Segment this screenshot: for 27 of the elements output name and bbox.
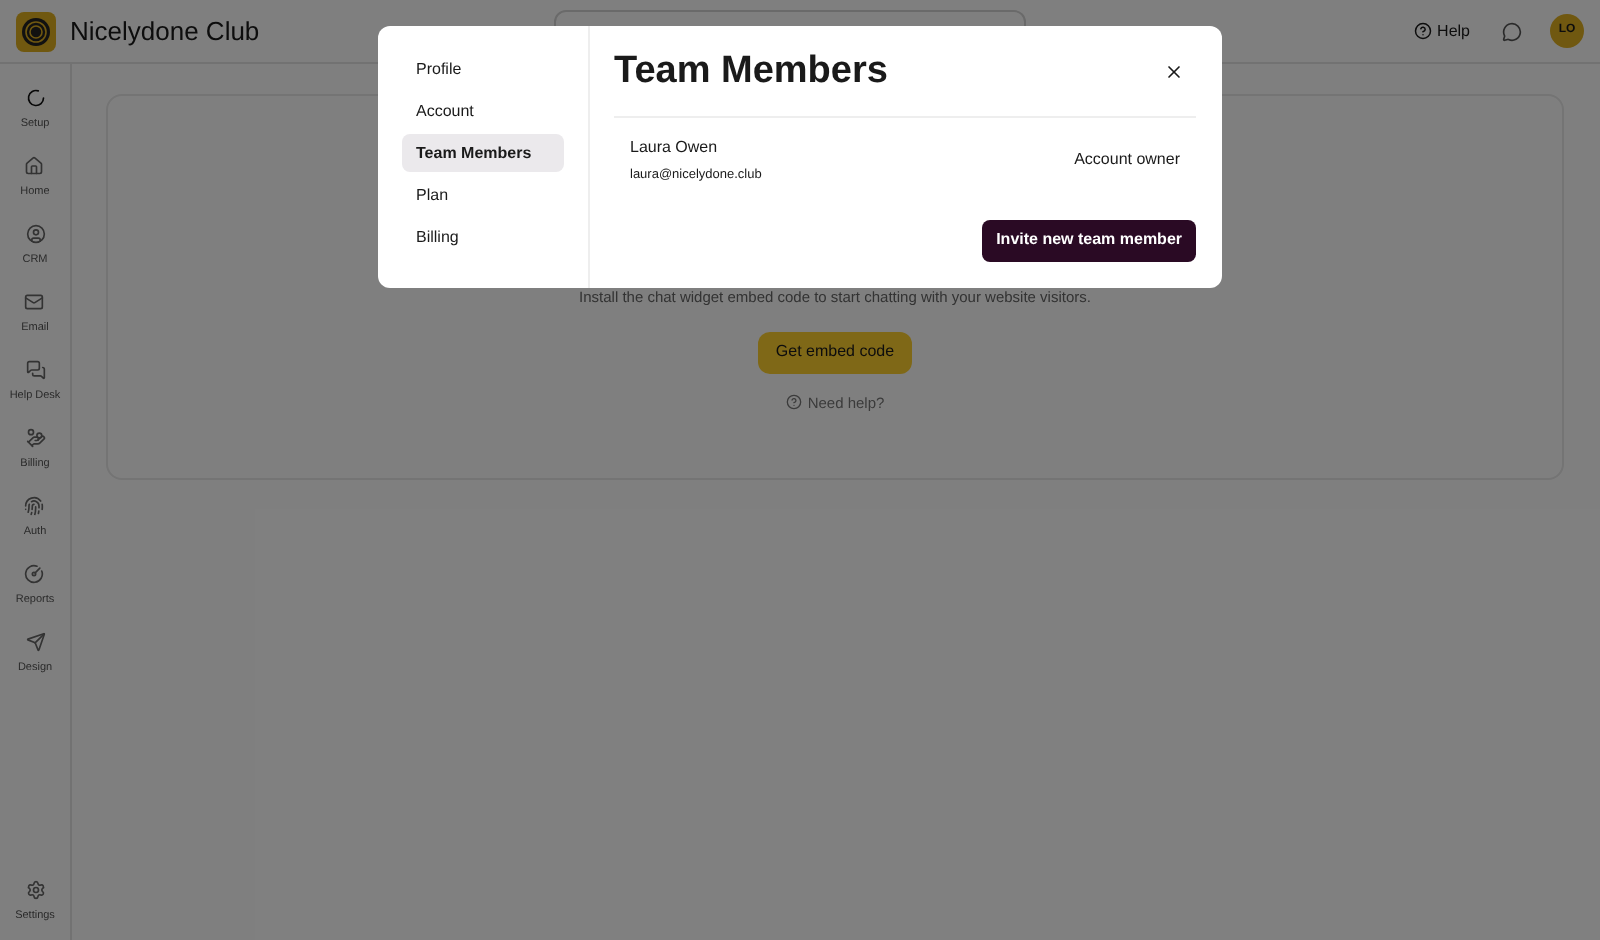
settings-icon	[25, 879, 45, 900]
help-icon	[785, 394, 802, 411]
modal-title: Team Members	[614, 47, 888, 96]
settings-nav-item[interactable]: Billing	[402, 218, 564, 256]
invite-button[interactable]: Invite new team member	[982, 219, 1196, 262]
pointer-icon	[25, 632, 45, 652]
chat-bubbles-icon	[25, 360, 45, 380]
embed-code-button[interactable]: Get embed code	[757, 331, 913, 374]
gauge-icon	[24, 564, 45, 584]
settings-nav-item[interactable]: Account	[402, 92, 564, 130]
house-icon	[24, 156, 45, 176]
logo-icon	[16, 11, 56, 51]
user-icon	[25, 224, 45, 244]
settings-nav-item[interactable]: Profile	[402, 50, 564, 88]
member-name: Laura Owen	[630, 136, 720, 160]
settings-nav-item[interactable]: Team Members	[402, 134, 564, 172]
member-role: Account owner	[1074, 148, 1180, 173]
close-button[interactable]	[1164, 62, 1184, 82]
help-button[interactable]: Help	[1413, 19, 1470, 43]
mail-icon	[24, 292, 45, 312]
brand-name: Nicelydone Club	[70, 13, 260, 50]
settings-nav-item[interactable]: Plan	[402, 176, 564, 214]
help-icon	[1413, 22, 1432, 40]
chat-icon[interactable]	[1502, 21, 1522, 41]
spinner-icon	[25, 88, 45, 108]
hand-coins-icon	[25, 428, 45, 448]
fingerprint-icon	[24, 496, 45, 516]
